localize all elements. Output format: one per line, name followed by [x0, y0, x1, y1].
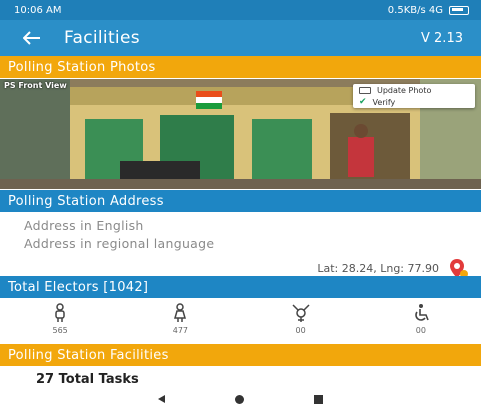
network-speed: 0.5KB/s 4G: [387, 4, 443, 16]
address-section-header: Polling Station Address: [0, 190, 481, 212]
update-photo-label: Update Photo: [377, 85, 432, 95]
electors-section-header: Total Electors [1042]: [0, 276, 481, 298]
battery-icon: [449, 5, 469, 15]
update-photo-button[interactable]: Update Photo: [353, 84, 475, 96]
back-arrow-icon: [23, 31, 40, 45]
verify-label: Verify: [372, 97, 396, 107]
stat-transgender: 00: [241, 303, 361, 335]
polling-station-photo[interactable]: PS Front View Update Photo ✔ Verify: [0, 79, 481, 189]
status-time: 10:06 AM: [14, 4, 62, 16]
stat-male-value: 565: [52, 326, 68, 335]
female-icon: [174, 303, 187, 322]
address-regional: Address in regional language: [24, 236, 215, 251]
back-button[interactable]: [0, 20, 64, 56]
total-tasks-label: 27 Total Tasks: [36, 372, 139, 387]
photo-menu: Update Photo ✔ Verify: [353, 84, 475, 108]
stat-disabled-value: 00: [415, 326, 426, 335]
wheelchair-icon: [415, 304, 429, 321]
nav-back-icon[interactable]: [158, 395, 165, 403]
photos-section-header: Polling Station Photos: [0, 56, 481, 78]
transgender-icon: [292, 304, 310, 322]
facilities-section-header: Polling Station Facilities: [0, 344, 481, 366]
nav-home-icon[interactable]: [235, 394, 244, 404]
checkmark-icon: ✔: [359, 97, 367, 107]
male-icon: [55, 303, 65, 322]
stat-disabled: 00: [361, 303, 481, 335]
stat-male: 565: [0, 303, 120, 335]
camera-icon: [359, 86, 371, 94]
stat-female-value: 477: [172, 326, 189, 335]
lat-lng-label: Lat: 28.24, Lng: 77.90: [317, 262, 439, 275]
electors-stats: 565 477 00 00: [0, 296, 481, 342]
photo-caption: PS Front View: [4, 81, 67, 90]
app-bar: Facilities V 2.13: [0, 20, 481, 56]
address-block: Address in English Address in regional l…: [0, 212, 481, 278]
page-title: Facilities: [64, 28, 140, 48]
address-english: Address in English: [24, 218, 144, 233]
stat-transgender-value: 00: [295, 326, 306, 335]
status-bar: 10:06 AM 0.5KB/s 4G: [0, 0, 481, 20]
verify-button[interactable]: ✔ Verify: [353, 96, 475, 108]
nav-recents-icon[interactable]: [314, 394, 323, 404]
version-label: V 2.13: [421, 30, 463, 46]
system-nav-bar: [0, 390, 481, 408]
stat-female: 477: [120, 303, 240, 335]
